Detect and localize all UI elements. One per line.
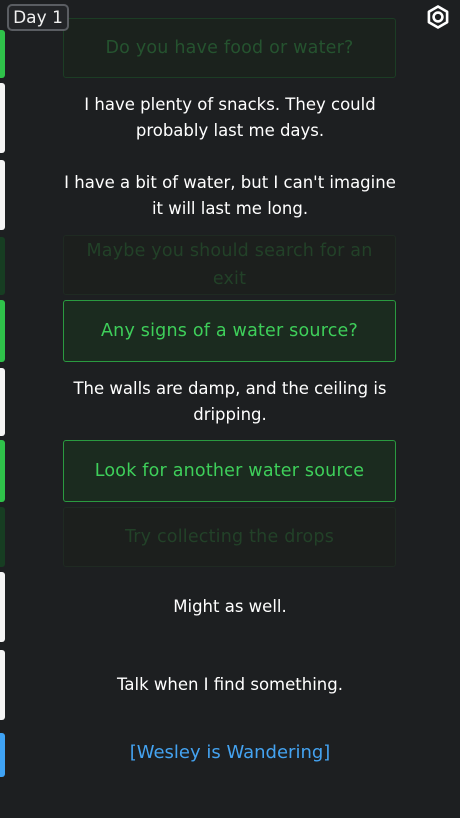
status-indicator-bar — [0, 733, 5, 777]
choice-indicator-bar — [0, 440, 5, 502]
choice-indicator-bar — [0, 300, 5, 362]
message-indicator-bar — [0, 572, 5, 642]
choice-indicator-bar — [0, 507, 5, 567]
gear-icon — [427, 5, 449, 29]
dialogue-choice: Maybe you should search for an exit — [63, 235, 396, 295]
choice-indicator-bar — [0, 30, 5, 78]
message-indicator-bar — [0, 83, 5, 153]
choice-indicator-bar — [0, 237, 5, 295]
character-message: I have plenty of snacks. They could prob… — [84, 95, 376, 140]
message-indicator-bar — [0, 650, 5, 720]
character-status: [Wesley is Wandering] — [129, 742, 331, 763]
day-counter-badge: Day 1 — [7, 4, 69, 31]
message-indicator-bar — [0, 368, 5, 436]
day-label: Day 1 — [13, 7, 63, 28]
dialogue-choice-selected: Look for another water source — [63, 440, 396, 502]
character-message: I have a bit of water, but I can't imagi… — [64, 173, 396, 218]
character-message: Might as well. — [173, 597, 287, 616]
dialogue-choice: Do you have food or water? — [63, 18, 396, 78]
dialogue-choice-selected: Any signs of a water source? — [63, 300, 396, 362]
message-indicator-bar — [0, 160, 5, 230]
character-message: Talk when I find something. — [117, 675, 343, 694]
settings-button[interactable] — [426, 5, 450, 29]
dialogue-choice: Try collecting the drops — [63, 507, 396, 567]
character-message: The walls are damp, and the ceiling is d… — [73, 379, 387, 424]
